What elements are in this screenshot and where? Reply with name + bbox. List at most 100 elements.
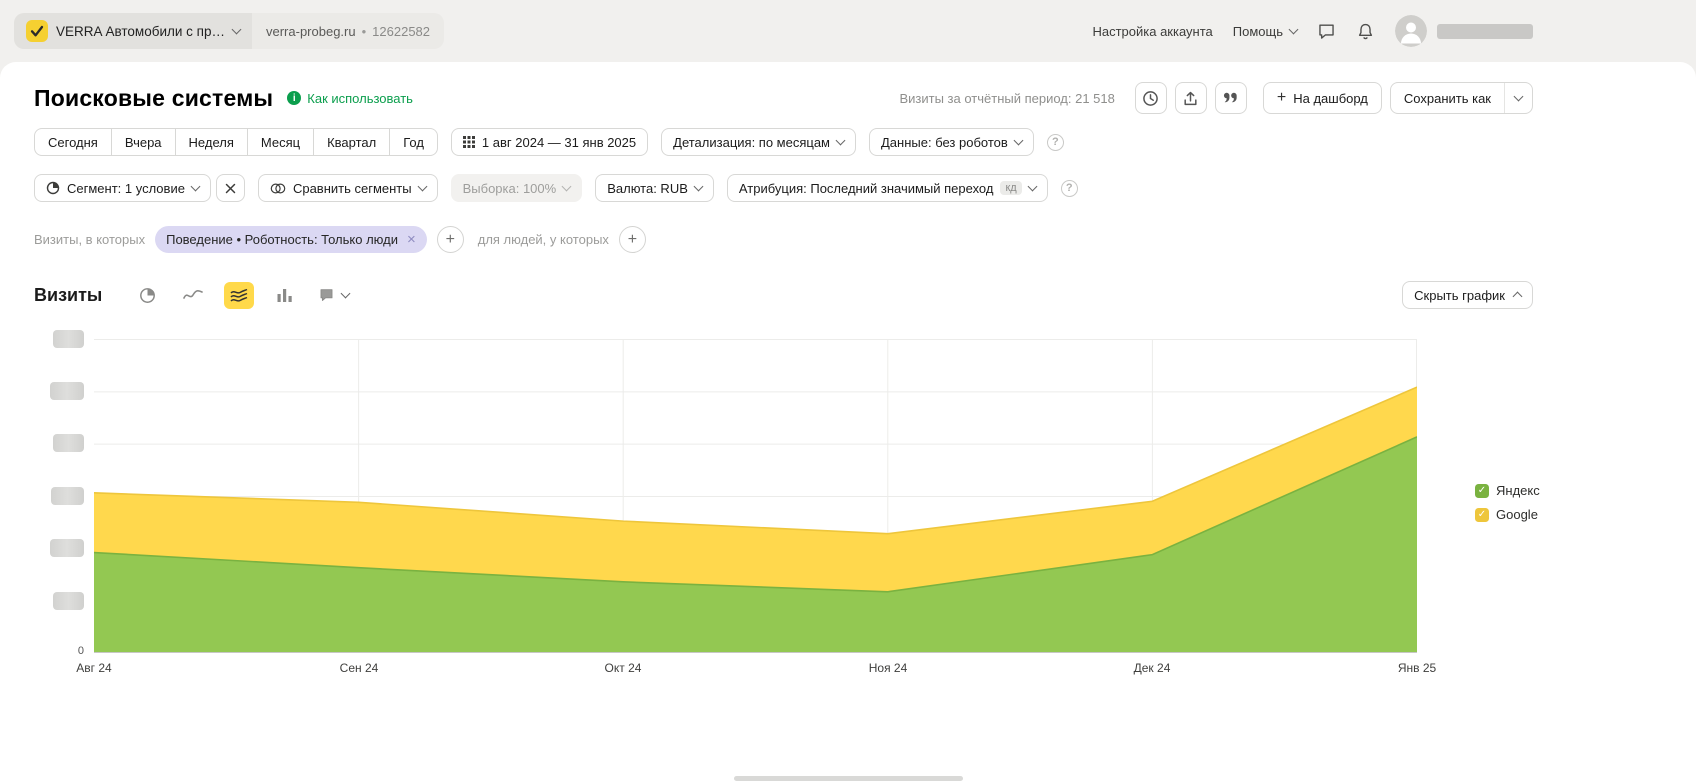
chevron-down-icon: [1289, 25, 1299, 35]
currency-select[interactable]: Валюта: RUB: [595, 174, 714, 202]
data-mode-select[interactable]: Данные: без роботов: [869, 128, 1034, 156]
period-month[interactable]: Месяц: [248, 128, 314, 156]
legend-label: Google: [1496, 507, 1538, 522]
stacked-area-chart-icon[interactable]: [224, 282, 254, 309]
save-as-button[interactable]: Сохранить как: [1390, 82, 1533, 114]
chat-icon[interactable]: [1317, 22, 1336, 41]
legend-item-google[interactable]: ✓ Google: [1475, 507, 1540, 522]
avatar[interactable]: [1395, 15, 1427, 47]
counter-domain: verra-probeg.ru: [266, 24, 356, 39]
hide-chart-button[interactable]: Скрыть график: [1402, 281, 1533, 309]
how-to-use-link[interactable]: i Как использовать: [287, 91, 413, 106]
segment-clear-button[interactable]: [216, 174, 245, 202]
add-to-dashboard-label: На дашборд: [1293, 91, 1368, 106]
sampling-select[interactable]: Выборка: 100%: [451, 174, 583, 202]
y-axis-label-redacted: [53, 592, 84, 610]
info-icon: i: [287, 91, 301, 105]
segment-conditions-bar: Визиты, в которых Поведение • Роботность…: [34, 226, 1696, 253]
chevron-down-icon: [417, 182, 427, 192]
attribution-select[interactable]: Атрибуция: Последний значимый переход кд: [727, 174, 1048, 202]
question-icon[interactable]: ?: [1061, 180, 1078, 197]
detalization-select[interactable]: Детализация: по месяцам: [661, 128, 856, 156]
chevron-down-icon: [836, 136, 846, 146]
attribution-label: Атрибуция: Последний значимый переход: [739, 181, 994, 196]
quotes-icon: [1222, 90, 1239, 107]
counter-logo-icon: [26, 20, 48, 42]
visits-in-which-label: Визиты, в которых: [34, 232, 145, 247]
page-title: Поисковые системы: [34, 85, 273, 112]
chip-close-icon[interactable]: ×: [407, 232, 416, 247]
compare-segments-label: Сравнить сегменты: [293, 181, 412, 196]
date-range-button[interactable]: 1 авг 2024 — 31 янв 2025: [451, 128, 648, 156]
comment-bubble-icon: [318, 287, 335, 303]
filter-row-periods: Сегодня Вчера Неделя Месяц Квартал Год 1…: [34, 128, 1696, 156]
compare-segments-button[interactable]: Сравнить сегменты: [258, 174, 438, 202]
bar-chart-icon[interactable]: [270, 282, 300, 309]
chevron-up-icon: [1513, 292, 1523, 302]
add-people-condition-button[interactable]: +: [619, 226, 646, 253]
report-sheet: Поисковые системы i Как использовать Виз…: [0, 62, 1696, 782]
chart-area: 0 Авг 24 Сен 24 Окт 24 Ноя 24 Дек 24 Янв…: [0, 339, 1696, 695]
y-axis-label-redacted: [51, 487, 84, 505]
legend-item-yandex[interactable]: ✓ Яндекс: [1475, 483, 1540, 498]
chevron-down-icon: [1013, 136, 1023, 146]
period-yesterday[interactable]: Вчера: [112, 128, 176, 156]
chevron-down-icon: [1514, 92, 1524, 102]
segment-chip-label: Поведение • Роботность: Только люди: [166, 232, 398, 247]
x-axis-label: Сен 24: [340, 661, 379, 675]
checkbox-checked-icon: ✓: [1475, 508, 1489, 522]
x-axis-label: Янв 25: [1398, 661, 1436, 675]
add-visit-condition-button[interactable]: +: [437, 226, 464, 253]
export-button[interactable]: [1175, 82, 1207, 114]
bell-icon[interactable]: [1356, 22, 1375, 41]
separator-dot: •: [362, 24, 367, 39]
segment-pie-icon: [46, 181, 60, 195]
save-as-dropdown[interactable]: [1504, 83, 1532, 113]
head-actions: Визиты за отчётный период: 21 518 + На д…: [899, 82, 1533, 114]
sampling-label: Выборка: 100%: [463, 181, 557, 196]
topbar: VERRA Автомобили с пр… verra-probeg.ru •…: [0, 0, 1696, 62]
y-axis-zero-label: 0: [60, 645, 84, 657]
segment-chip[interactable]: Поведение • Роботность: Только люди ×: [155, 226, 427, 253]
chart-legend: ✓ Яндекс ✓ Google: [1475, 483, 1540, 522]
history-button[interactable]: [1135, 82, 1167, 114]
counter-selector[interactable]: VERRA Автомобили с пр… verra-probeg.ru •…: [14, 13, 444, 49]
period-group: Сегодня Вчера Неделя Месяц Квартал Год: [34, 128, 438, 156]
period-week[interactable]: Неделя: [176, 128, 248, 156]
y-axis-label-redacted: [50, 539, 84, 557]
chevron-down-icon: [341, 289, 351, 299]
question-icon[interactable]: ?: [1047, 134, 1064, 151]
chevron-down-icon: [232, 25, 242, 35]
counter-select-segment[interactable]: VERRA Автомобили с пр…: [14, 13, 252, 49]
segment-select[interactable]: Сегмент: 1 условие: [34, 174, 211, 202]
clock-icon: [1142, 90, 1159, 107]
chevron-down-icon: [1027, 182, 1037, 192]
topbar-right: Настройка аккаунта Помощь: [1092, 15, 1533, 47]
filter-row-segments: Сегмент: 1 условие Сравнить сегменты Выб…: [34, 174, 1696, 202]
annotations-dropdown[interactable]: [318, 287, 349, 303]
save-as-label[interactable]: Сохранить как: [1391, 83, 1504, 113]
add-to-dashboard-button[interactable]: + На дашборд: [1263, 82, 1382, 114]
segment-label: Сегмент: 1 условие: [67, 181, 185, 196]
help-menu[interactable]: Помощь: [1233, 24, 1297, 39]
counter-meta: verra-probeg.ru • 12622582: [252, 13, 444, 49]
data-mode-label: Данные: без роботов: [881, 135, 1008, 150]
quotes-button[interactable]: [1215, 82, 1247, 114]
for-people-label: для людей, у которых: [478, 232, 609, 247]
chart-header: Визиты Скрыть график: [34, 281, 1533, 309]
compare-segments-icon: [270, 182, 286, 195]
close-icon: [225, 183, 236, 194]
period-year[interactable]: Год: [390, 128, 438, 156]
chevron-down-icon: [693, 182, 703, 192]
pie-chart-icon[interactable]: [132, 282, 162, 309]
account-settings-link[interactable]: Настройка аккаунта: [1092, 24, 1212, 39]
page-head: Поисковые системы i Как использовать Виз…: [0, 62, 1696, 114]
x-axis-label: Авг 24: [76, 661, 111, 675]
period-today[interactable]: Сегодня: [34, 128, 112, 156]
line-chart-icon[interactable]: [178, 282, 208, 309]
calendar-grid-icon: [463, 136, 475, 148]
how-to-use-label: Как использовать: [307, 91, 413, 106]
period-quarter[interactable]: Квартал: [314, 128, 390, 156]
chart-svg: [94, 339, 1417, 653]
x-axis-label: Дек 24: [1134, 661, 1171, 675]
